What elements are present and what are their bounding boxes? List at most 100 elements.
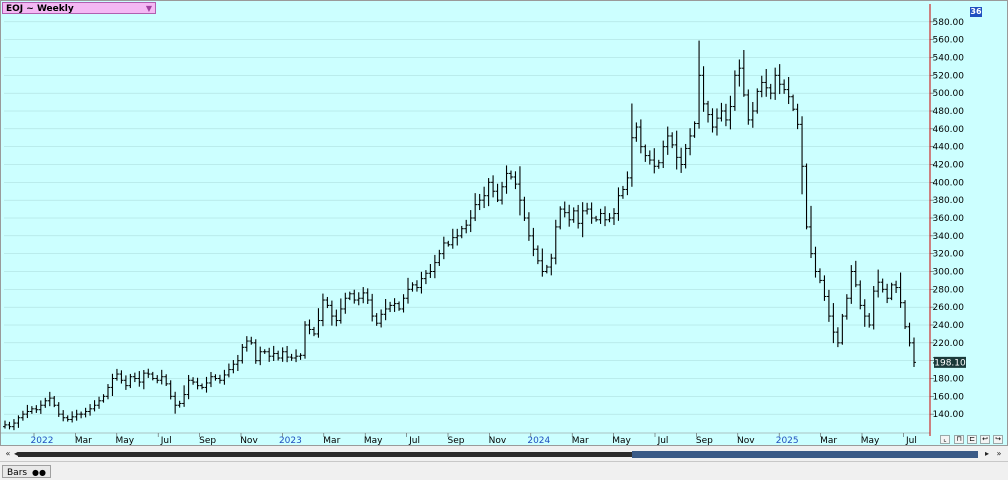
price-bar xyxy=(217,374,222,384)
bars-tab[interactable]: Bars ●● xyxy=(2,465,51,478)
price-bar xyxy=(903,300,908,330)
x-tick-label: Jul xyxy=(408,436,420,446)
price-bar xyxy=(294,349,299,363)
price-bar xyxy=(589,202,594,224)
price-bar xyxy=(16,415,21,428)
price-bar xyxy=(11,419,16,431)
price-bar xyxy=(352,289,357,304)
price-bar xyxy=(611,208,616,225)
price-bar xyxy=(303,321,308,359)
gridlines xyxy=(4,21,930,415)
price-bar xyxy=(262,349,267,354)
price-bar xyxy=(61,410,66,422)
price-bar xyxy=(249,336,254,345)
price-bar xyxy=(647,150,652,165)
price-bar xyxy=(137,371,142,387)
price-bar xyxy=(164,374,169,386)
price-bar xyxy=(562,201,567,218)
price-bar xyxy=(235,354,240,372)
price-bar xyxy=(128,373,133,389)
price-bar xyxy=(406,277,411,304)
price-bar xyxy=(88,404,93,416)
price-bar xyxy=(419,271,424,294)
price-bar xyxy=(195,377,200,390)
price-bar xyxy=(894,280,899,293)
price-bar xyxy=(786,76,791,105)
price-bar xyxy=(723,103,728,127)
price-bar xyxy=(880,278,885,293)
price-bar xyxy=(800,116,805,195)
x-tick-label: May xyxy=(612,436,631,446)
price-bar xyxy=(468,210,473,233)
symbol-title: EOJ ~ Weekly xyxy=(6,4,74,14)
scroll-forward-icon[interactable]: ▸ xyxy=(982,449,992,459)
price-bar xyxy=(105,384,110,400)
scroll-last-icon[interactable]: » xyxy=(994,449,1004,459)
price-bar xyxy=(3,420,7,429)
chart-settings-badge[interactable]: 36 xyxy=(970,7,982,17)
price-bar xyxy=(661,140,666,169)
price-bar xyxy=(867,313,872,328)
price-bar xyxy=(616,187,621,221)
price-bar xyxy=(119,370,124,384)
y-tick-label: 360.00 xyxy=(933,214,965,224)
price-bar xyxy=(356,292,361,306)
price-bar xyxy=(813,246,818,278)
x-tick-label: May xyxy=(115,436,134,446)
price-bar xyxy=(643,144,648,162)
price-bar xyxy=(912,337,916,368)
price-bar xyxy=(674,130,679,170)
price-bar xyxy=(849,265,854,304)
y-tick-label: 180.00 xyxy=(933,375,965,385)
price-bar xyxy=(603,206,608,227)
price-bar xyxy=(334,309,339,327)
price-bar xyxy=(835,327,840,348)
price-bar xyxy=(311,326,316,337)
price-bar xyxy=(289,353,294,361)
dropdown-arrow-icon[interactable]: ▼ xyxy=(146,3,152,15)
symbol-selector[interactable]: EOJ ~ Weekly ▼ xyxy=(2,2,156,14)
scrollbar-thumb[interactable] xyxy=(632,451,978,458)
y-tick-label: 160.00 xyxy=(933,392,965,402)
price-chart[interactable]: 140.00160.00180.00200.00220.00240.00260.… xyxy=(0,0,1008,446)
price-bar xyxy=(307,319,312,335)
x-tick-label: Mar xyxy=(572,436,589,446)
price-bar xyxy=(79,411,84,419)
x-tick-label: Nov xyxy=(240,436,258,446)
scroll-right-icon[interactable]: ↪ xyxy=(993,435,1003,444)
price-bar xyxy=(25,404,30,419)
x-tick-label: 2024 xyxy=(527,436,550,446)
price-bar xyxy=(504,165,509,194)
price-bar xyxy=(544,264,549,274)
y-tick-label: 500.00 xyxy=(933,89,965,99)
price-bar xyxy=(755,88,760,114)
price-bar xyxy=(92,400,97,412)
price-bar xyxy=(74,409,79,421)
price-bar xyxy=(173,391,178,414)
price-bar xyxy=(477,193,482,211)
price-bar xyxy=(244,336,249,352)
price-bar xyxy=(809,205,814,259)
price-bar xyxy=(441,236,446,260)
price-bar xyxy=(853,260,858,288)
price-bar xyxy=(871,286,876,330)
price-bar xyxy=(540,248,545,277)
zoom-in-icon[interactable]: ⌞ xyxy=(940,435,950,444)
zoom-out-icon[interactable]: ⊓ xyxy=(954,435,964,444)
price-bar xyxy=(634,122,639,142)
price-bar xyxy=(683,143,688,169)
price-bar xyxy=(759,75,764,98)
price-bar xyxy=(423,270,428,285)
x-tick-label: Sep xyxy=(199,436,216,446)
price-bar xyxy=(347,291,352,301)
y-tick-label: 480.00 xyxy=(933,107,965,117)
price-bar xyxy=(316,308,321,338)
price-bar xyxy=(450,228,455,249)
price-bar xyxy=(553,219,558,265)
price-bar xyxy=(737,59,742,87)
fit-chart-icon[interactable]: ⊏ xyxy=(967,435,977,444)
price-bar xyxy=(329,300,334,326)
price-bar xyxy=(29,406,34,414)
scroll-left-icon[interactable]: ↩ xyxy=(980,435,990,444)
y-tick-label: 520.00 xyxy=(933,71,965,81)
